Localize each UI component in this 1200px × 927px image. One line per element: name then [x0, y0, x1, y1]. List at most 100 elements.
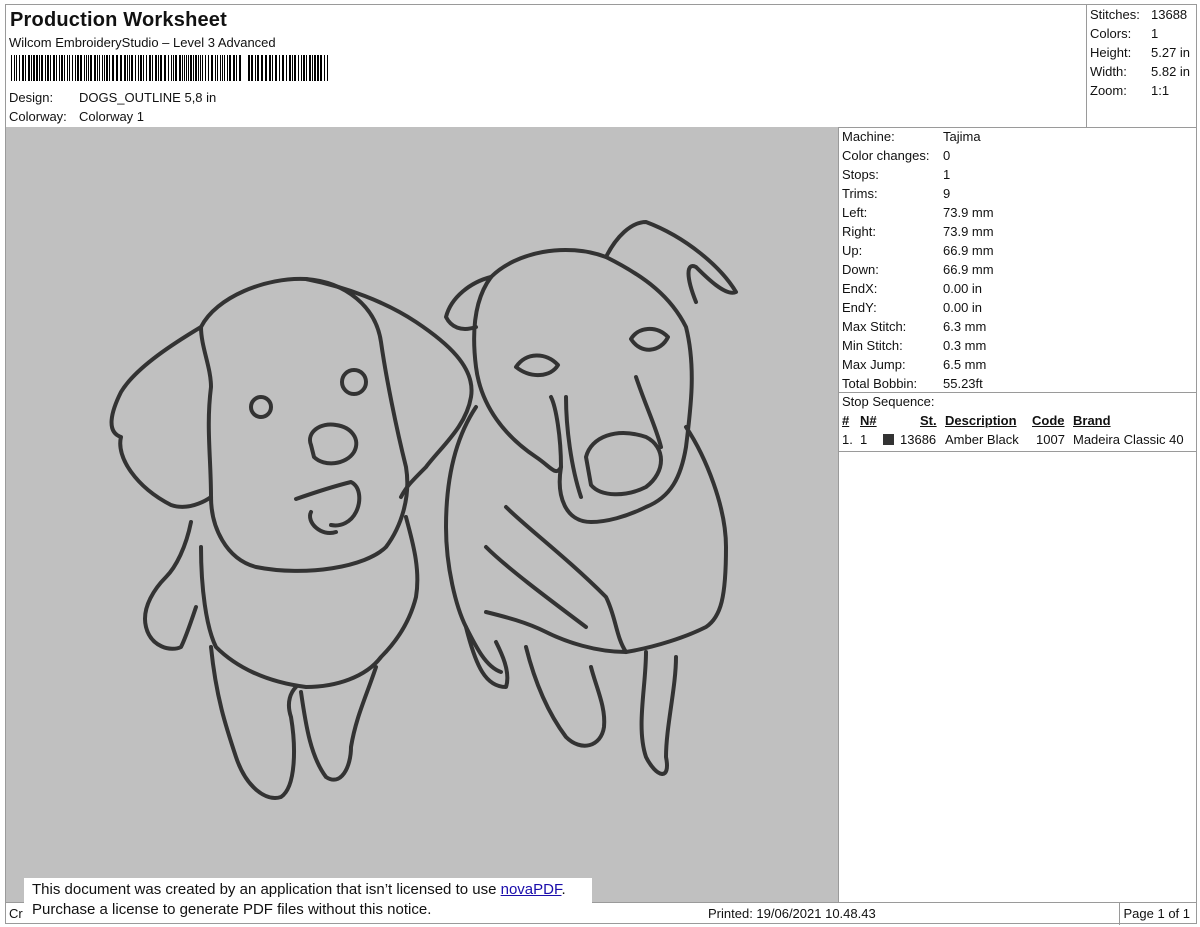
- dogs-outline-artwork: [109, 220, 738, 800]
- machine-info-label: Machine:: [842, 129, 895, 144]
- barcode-bar: [84, 55, 85, 81]
- machine-info-label: Max Stitch:: [842, 319, 907, 334]
- machine-info-row: Down: 66.9 mm: [842, 262, 994, 281]
- machine-info-value: 0.00 in: [943, 281, 983, 296]
- barcode-bar: [184, 55, 185, 81]
- barcode-bar: [72, 55, 73, 81]
- machine-info-value: 9: [943, 186, 951, 201]
- barcode-bar: [292, 55, 293, 81]
- barcode-bar: [41, 55, 43, 81]
- machine-info-value: 73.9 mm: [943, 224, 994, 239]
- worksheet-page: Production Worksheet Wilcom EmbroiderySt…: [5, 4, 1197, 925]
- barcode-bar: [289, 55, 291, 81]
- colors-label: Colors:: [1090, 26, 1132, 41]
- machine-info-value: 66.9 mm: [943, 262, 994, 277]
- barcode-bar: [47, 55, 49, 81]
- barcode-bar: [200, 55, 201, 81]
- barcode-bar: [25, 55, 26, 81]
- stop-sequence-title: Stop Sequence:: [842, 394, 935, 409]
- barcode-bar: [22, 55, 24, 81]
- barcode-bar: [80, 55, 82, 81]
- worksheet-header: Production Worksheet Wilcom EmbroiderySt…: [6, 5, 1196, 128]
- divider: [839, 451, 1196, 452]
- machine-info-label: Up:: [842, 243, 863, 258]
- design-row: Design: DOGS_OUTLINE 5,8 in: [9, 90, 216, 105]
- barcode-bar: [39, 55, 40, 81]
- barcode-bar: [205, 55, 206, 81]
- barcode-bar: [220, 55, 221, 81]
- barcode-bar: [224, 55, 225, 81]
- barcode-bar: [236, 55, 237, 81]
- novapdf-link[interactable]: novaPDF: [501, 881, 562, 898]
- barcode-bar: [77, 55, 79, 81]
- barcode-bar: [90, 55, 92, 81]
- col-description: Description: [945, 413, 1017, 428]
- barcode-bar: [217, 55, 218, 81]
- barcode-bar: [195, 55, 197, 81]
- colorway-label: Colorway:: [9, 109, 67, 124]
- barcode-bar: [120, 55, 122, 81]
- machine-info-label: Trims:: [842, 186, 878, 201]
- col-code: Code: [1032, 413, 1065, 428]
- barcode-bar: [190, 55, 192, 81]
- machine-info-row: Trims: 9: [842, 186, 950, 205]
- machine-info-label: Stops:: [842, 167, 879, 182]
- notice-line2: Purchase a license to generate PDF files…: [32, 901, 432, 918]
- barcode-bar: [86, 55, 87, 81]
- barcode-bar: [88, 55, 89, 81]
- barcode-bar: [320, 55, 322, 81]
- barcode-bar: [312, 55, 313, 81]
- design-value: DOGS_OUTLINE 5,8 in: [79, 90, 217, 105]
- stop-index: 1.: [842, 432, 853, 447]
- barcode-bar: [279, 55, 280, 81]
- stitches-row: Stitches: 13688: [1090, 7, 1187, 26]
- barcode-bar: [309, 55, 311, 81]
- height-value: 5.27 in: [1151, 45, 1191, 60]
- stitches-label: Stitches:: [1090, 7, 1140, 22]
- stitches-value: 13688: [1151, 7, 1188, 22]
- barcode-bar: [227, 55, 228, 81]
- summary-stats: Stitches: 13688 Colors: 1 Height: 5.27 in W…: [1086, 5, 1196, 127]
- barcode-bar: [222, 55, 223, 81]
- machine-info-label: Right:: [842, 224, 876, 239]
- barcode-bar: [97, 55, 98, 81]
- barcode-bar: [149, 55, 151, 81]
- machine-info-row: Min Stitch: 0.3 mm: [842, 338, 986, 357]
- barcode-bar: [233, 55, 235, 81]
- machine-info-label: Min Stitch:: [842, 338, 903, 353]
- barcode-bar: [116, 55, 118, 81]
- barcode-bar: [31, 55, 32, 81]
- machine-info-label: EndX:: [842, 281, 878, 296]
- barcode-bar: [257, 55, 259, 81]
- machine-info-value: 66.9 mm: [943, 243, 994, 258]
- machine-info-label: Left:: [842, 205, 868, 220]
- barcode-bar: [109, 55, 110, 81]
- barcode-bar: [155, 55, 157, 81]
- barcode-bar: [173, 55, 174, 81]
- width-row: Width: 5.82 in: [1090, 64, 1190, 83]
- barcode-bar: [135, 55, 136, 81]
- barcode-bar: [69, 55, 70, 81]
- colorway-value: Colorway 1: [79, 109, 145, 124]
- barcode-bar: [317, 55, 319, 81]
- barcode-bar: [127, 55, 128, 81]
- barcode-bar: [102, 55, 103, 81]
- barcode-bar: [50, 55, 51, 81]
- stop-needle: 1: [860, 432, 868, 447]
- zoom-row: Zoom: 1:1: [1090, 83, 1169, 102]
- design-label: Design:: [9, 90, 54, 105]
- barcode-bar: [314, 55, 316, 81]
- barcode-bar: [61, 55, 63, 81]
- barcode: [11, 55, 328, 81]
- barcode-bar: [255, 55, 256, 81]
- barcode-bar: [67, 55, 68, 81]
- barcode-bar: [160, 55, 162, 81]
- barcode-bar: [164, 55, 166, 81]
- barcode-bar: [94, 55, 96, 81]
- barcode-bar: [146, 55, 147, 81]
- barcode-bar: [248, 55, 250, 81]
- barcode-bar: [229, 55, 231, 81]
- machine-info-row: EndX: 0.00 in: [842, 281, 982, 300]
- barcode-bar: [152, 55, 153, 81]
- divider: [1119, 903, 1120, 925]
